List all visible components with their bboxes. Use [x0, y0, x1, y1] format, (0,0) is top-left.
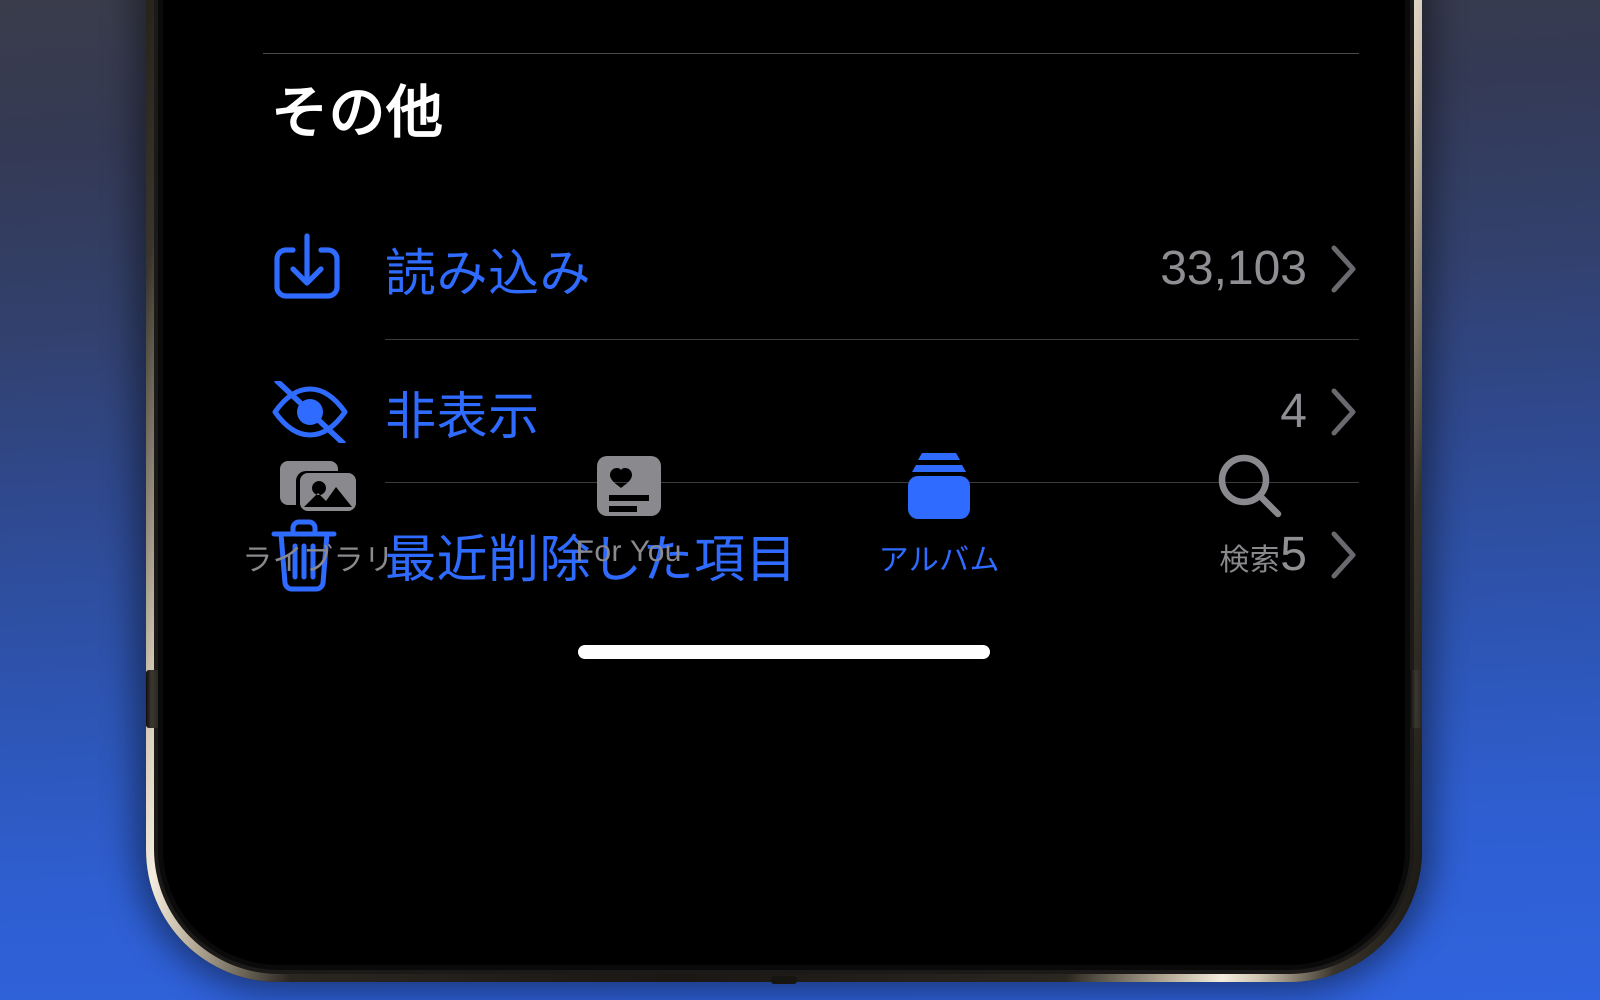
tab-label: 検索 [1219, 544, 1281, 577]
tab-library[interactable]: ライブラリ [163, 437, 474, 607]
list-item-import[interactable]: 読み込み 33,103 [163, 197, 1405, 340]
section-top-divider [263, 53, 1359, 54]
volume-button-nub[interactable] [146, 670, 158, 728]
import-icon [271, 232, 357, 305]
heart-card-icon [596, 449, 661, 523]
chevron-right-icon [1329, 243, 1359, 295]
list-item-count: 4 [1280, 385, 1307, 438]
tab-label: アルバム [878, 544, 1000, 577]
phone-device-frame: その他 読み込み 33,103 非表示 4 最近削除した項目 5 ライブラリ F… [146, 0, 1422, 984]
tab-label: For You [575, 535, 682, 568]
chevron-right-icon [1329, 386, 1359, 438]
photos-app-screen: その他 読み込み 33,103 非表示 4 最近削除した項目 5 ライブラリ F… [163, 17, 1405, 965]
tab-search[interactable]: 検索 [1095, 437, 1406, 607]
photo-stack-icon [278, 449, 358, 523]
tab-albums[interactable]: アルバム [784, 437, 1095, 607]
page-title: その他 [271, 81, 444, 145]
power-button-nub[interactable] [1410, 670, 1422, 728]
bottom-antenna-nub [771, 976, 797, 984]
albums-icon [906, 449, 972, 523]
home-indicator[interactable] [578, 645, 990, 659]
list-item-count: 33,103 [1160, 242, 1307, 295]
list-item-label: 読み込み [385, 244, 592, 302]
tab-for-you[interactable]: For You [474, 437, 785, 607]
phone-screen: その他 読み込み 33,103 非表示 4 最近削除した項目 5 ライブラリ F… [163, 0, 1405, 965]
eye-slash-icon [271, 380, 357, 443]
tab-label: ライブラリ [242, 544, 395, 577]
search-icon [1216, 449, 1284, 523]
tab-bar: ライブラリ For You アルバム 検索 [163, 437, 1405, 607]
